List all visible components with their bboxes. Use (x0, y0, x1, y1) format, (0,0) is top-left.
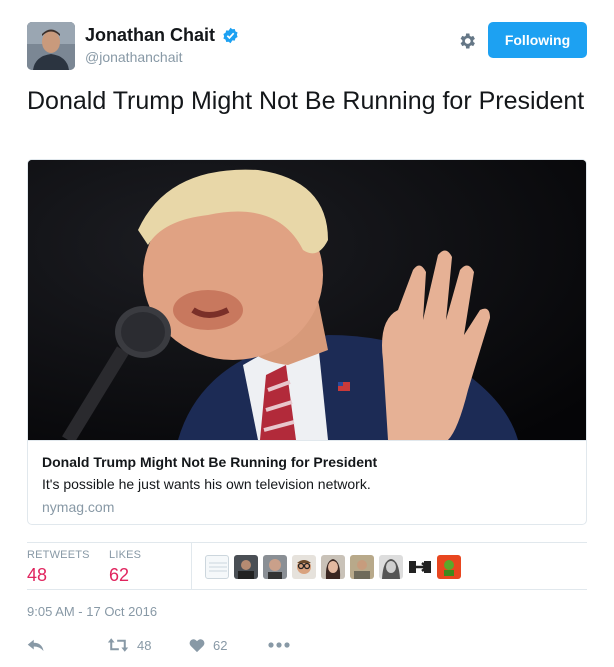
retweet-icon (107, 637, 129, 653)
author-avatar[interactable] (27, 22, 75, 70)
stats-divider (191, 543, 192, 589)
more-button[interactable] (268, 634, 290, 656)
more-dots-icon (268, 642, 290, 648)
reply-button[interactable] (27, 634, 45, 656)
link-card[interactable]: Donald Trump Might Not Be Running for Pr… (27, 159, 587, 525)
retweets-label: RETWEETS (27, 549, 90, 561)
like-button[interactable]: 62 (189, 634, 227, 656)
likes-count: 62 (109, 565, 130, 585)
retweets-count: 48 (27, 565, 48, 585)
likes-label: LIKES (109, 549, 142, 561)
card-domain[interactable]: nymag.com (42, 499, 572, 515)
tweet-actions: 48 62 (27, 634, 587, 656)
card-title[interactable]: Donald Trump Might Not Be Running for Pr… (42, 454, 572, 470)
like-action-count: 62 (213, 637, 228, 653)
author-handle[interactable]: @jonathanchait (85, 49, 239, 65)
likes-stat[interactable]: LIKES 62 (109, 549, 141, 586)
liker-avatar[interactable] (205, 555, 229, 579)
author-names: Jonathan Chait @jonathanchait (85, 25, 239, 65)
tweet-header: Jonathan Chait @jonathanchait Following (27, 22, 587, 70)
author-name[interactable]: Jonathan Chait (85, 25, 215, 46)
liker-avatar[interactable] (437, 555, 461, 579)
liker-avatar[interactable] (379, 555, 403, 579)
tweet-timestamp[interactable]: 9:05 AM - 17 Oct 2016 (27, 604, 157, 619)
liker-avatar[interactable] (234, 555, 258, 579)
heart-icon (189, 638, 205, 653)
reply-icon (27, 637, 45, 653)
gear-icon[interactable] (457, 31, 477, 51)
retweets-stat[interactable]: RETWEETS 48 (27, 549, 90, 586)
card-image[interactable] (28, 160, 586, 440)
liker-avatar[interactable] (350, 555, 374, 579)
liker-avatar[interactable] (408, 555, 432, 579)
card-body[interactable]: Donald Trump Might Not Be Running for Pr… (28, 440, 586, 524)
tweet-text: Donald Trump Might Not Be Running for Pr… (27, 87, 585, 115)
retweet-action-count: 48 (137, 637, 152, 653)
tweet-stats: RETWEETS 48 LIKES 62 (27, 542, 587, 590)
liker-avatar[interactable] (292, 555, 316, 579)
card-description: It's possible he just wants his own tele… (42, 476, 371, 492)
liker-avatar[interactable] (263, 555, 287, 579)
following-button[interactable]: Following (488, 22, 587, 58)
retweet-button[interactable]: 48 (107, 634, 151, 656)
liker-avatar[interactable] (321, 555, 345, 579)
verified-badge-icon (222, 27, 239, 44)
